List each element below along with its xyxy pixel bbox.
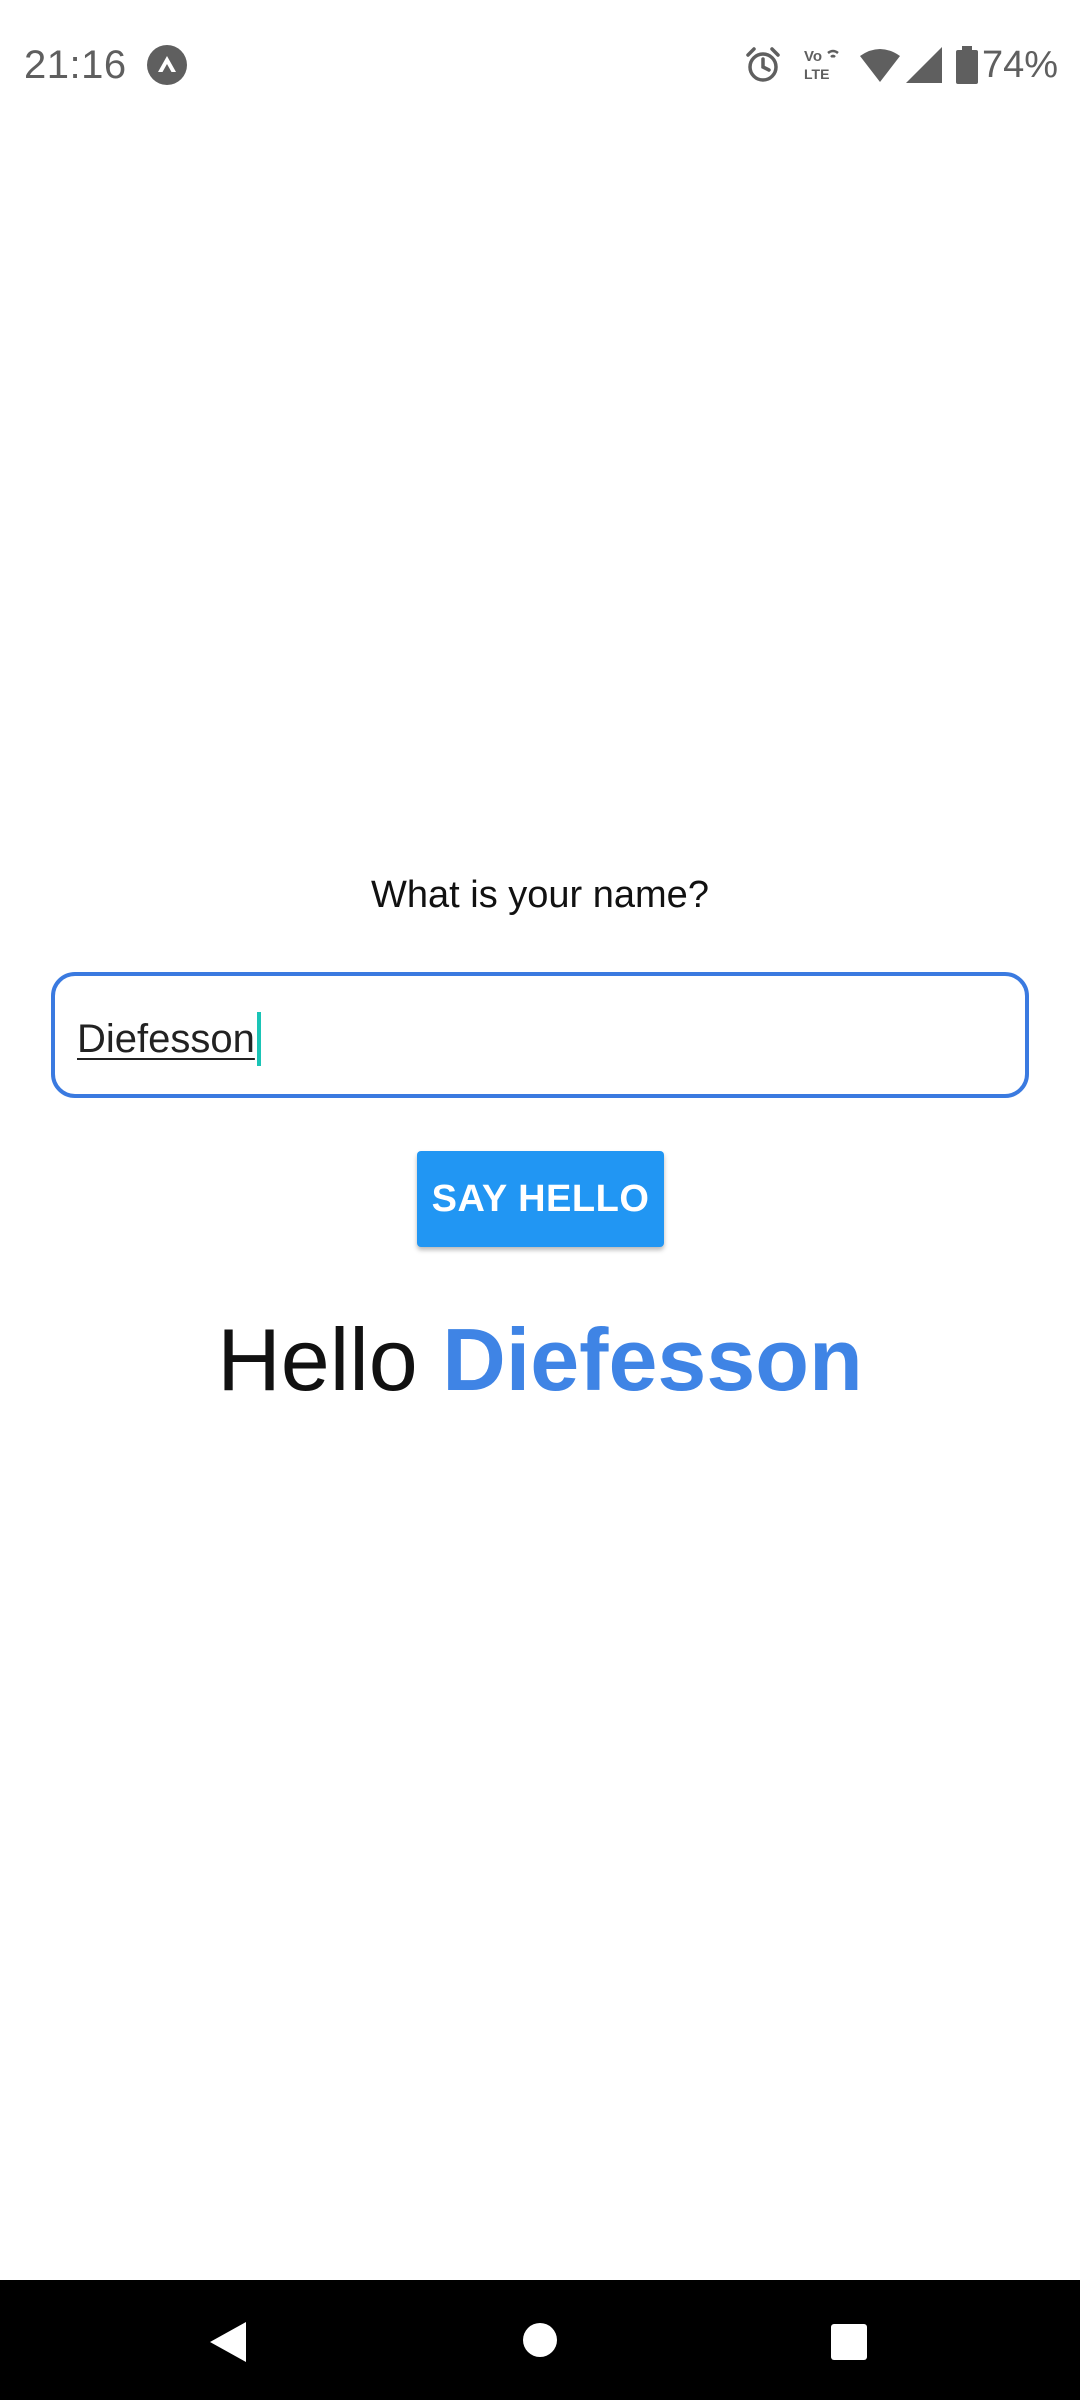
say-hello-button[interactable]: SAY HELLO xyxy=(417,1151,664,1247)
signal-icon xyxy=(905,47,942,83)
status-bar: 21:16 Vo LTE 74% xyxy=(0,0,1080,128)
alarm-icon xyxy=(746,47,780,82)
recents-icon[interactable] xyxy=(830,2323,868,2361)
battery-icon xyxy=(955,46,978,84)
battery-percentage: 74% xyxy=(981,44,1058,86)
status-icons: Vo LTE 74% xyxy=(744,38,1058,92)
greeting-name: Diefesson xyxy=(442,1310,863,1409)
greeting-text: Hello Diefesson xyxy=(0,1310,1080,1410)
name-input-text[interactable]: Diefesson xyxy=(77,1014,255,1064)
name-prompt: What is your name? xyxy=(371,874,709,916)
greeting-prefix: Hello xyxy=(217,1310,418,1409)
navigation-bar xyxy=(0,2280,1080,2400)
back-icon[interactable] xyxy=(208,2320,248,2364)
status-time: 21:16 xyxy=(24,43,127,87)
text-cursor xyxy=(256,1012,261,1066)
volte-icon: Vo LTE xyxy=(804,48,839,82)
name-input[interactable]: Diefesson xyxy=(51,972,1029,1098)
app-notification-icon xyxy=(147,45,187,85)
home-icon[interactable] xyxy=(522,2322,558,2358)
svg-text:LTE: LTE xyxy=(804,66,829,82)
wifi-icon xyxy=(859,49,900,82)
name-input-value[interactable]: Diefesson xyxy=(77,1012,261,1066)
app-screen: 21:16 Vo LTE 74% What is your name? Dief… xyxy=(0,0,1080,2400)
svg-text:Vo: Vo xyxy=(804,48,822,65)
